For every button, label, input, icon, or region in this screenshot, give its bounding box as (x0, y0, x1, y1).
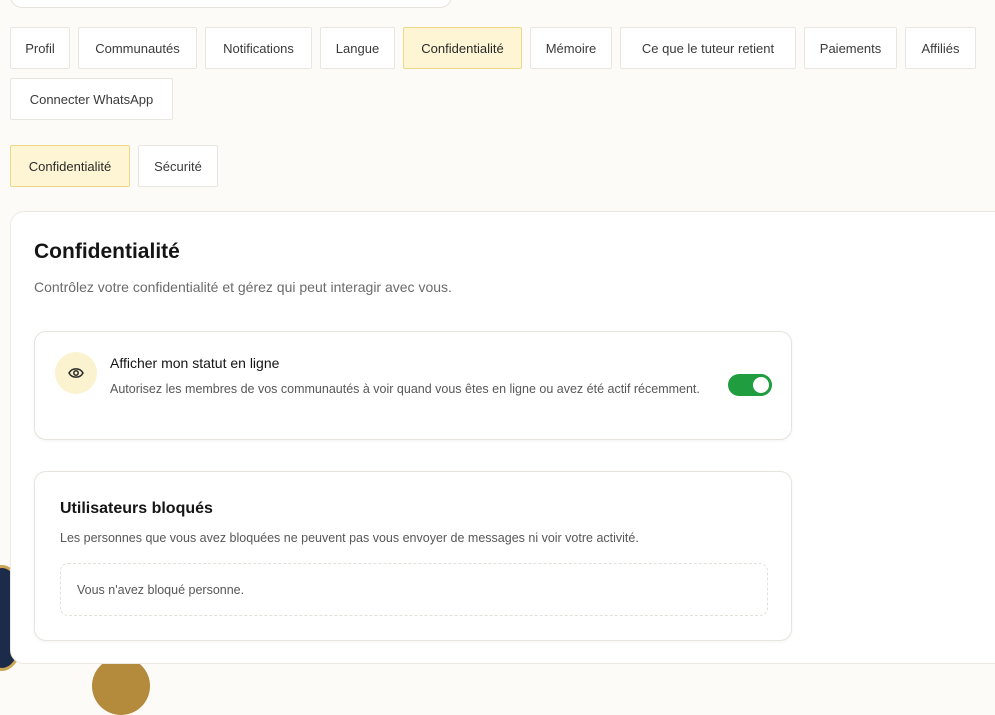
tab-label: Communautés (95, 40, 180, 56)
tab-label: Profil (25, 40, 55, 56)
subtab-confidentialite[interactable]: Confidentialité (10, 145, 130, 187)
top-input-field[interactable] (10, 0, 452, 8)
page-subtitle: Contrôlez votre confidentialité et gérez… (34, 279, 452, 295)
emblem-badge-bottom (92, 657, 150, 715)
tab-label: Confidentialité (421, 40, 504, 56)
toggle-knob (753, 377, 769, 393)
blocked-users-title: Utilisateurs bloqués (60, 500, 213, 517)
tab-label: Ce que le tuteur retient (641, 40, 775, 56)
online-status-description: Autorisez les membres de vos communautés… (110, 382, 700, 396)
tab-notifications[interactable]: Notifications (205, 27, 312, 69)
blocked-users-description: Les personnes que vous avez bloquées ne … (60, 531, 639, 545)
tab-label: Notifications (223, 40, 294, 56)
page-title: Confidentialité (34, 240, 180, 263)
subtab-label: Confidentialité (28, 158, 112, 174)
tab-label: Connecter WhatsApp (29, 91, 154, 107)
tab-profil[interactable]: Profil (10, 27, 70, 69)
tab-confidentialite[interactable]: Confidentialité (403, 27, 522, 69)
tab-communautes[interactable]: Communautés (78, 27, 197, 69)
tab-label: Affiliés (921, 40, 960, 56)
blocked-users-empty-state: Vous n'avez bloqué personne. (60, 563, 768, 616)
empty-state-text: Vous n'avez bloqué personne. (77, 582, 245, 597)
subtab-securite[interactable]: Sécurité (138, 145, 218, 187)
tab-label: Langue (335, 40, 380, 56)
tab-label: Mémoire (545, 40, 597, 56)
tab-tuteur[interactable]: Ce que le tuteur retient (620, 27, 796, 69)
online-status-toggle[interactable] (728, 374, 772, 396)
online-status-title: Afficher mon statut en ligne (110, 355, 280, 371)
subtab-label: Sécurité (154, 158, 202, 174)
tab-label: Paiements (819, 40, 882, 56)
tab-memoire[interactable]: Mémoire (530, 27, 612, 69)
tab-connecter-whatsapp[interactable]: Connecter WhatsApp (10, 78, 173, 120)
tab-affilies[interactable]: Affiliés (905, 27, 976, 69)
tab-paiements[interactable]: Paiements (804, 27, 897, 69)
eye-icon-glyph (68, 368, 84, 378)
eye-icon (55, 352, 97, 394)
tab-langue[interactable]: Langue (320, 27, 395, 69)
